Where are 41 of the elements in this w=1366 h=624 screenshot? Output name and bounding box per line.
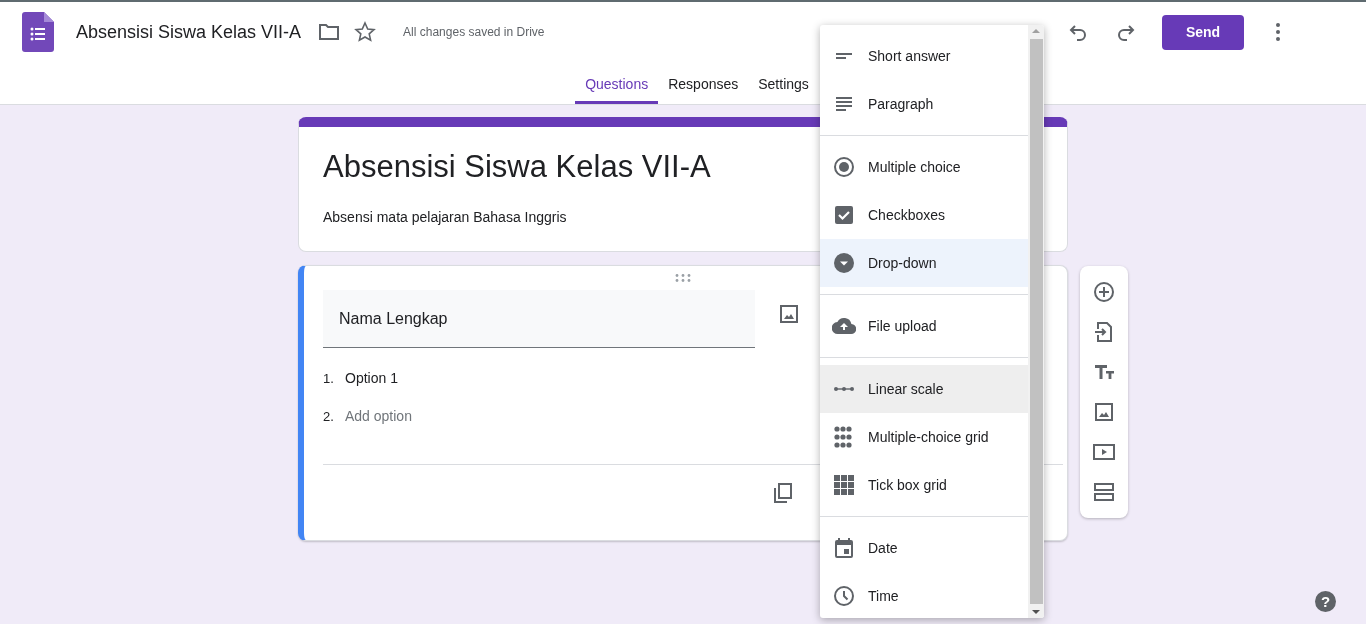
drag-handle-icon[interactable] — [675, 274, 691, 282]
short-type-icon — [836, 53, 852, 59]
menu-item[interactable]: Checkboxes — [820, 191, 1028, 239]
image-icon[interactable] — [1092, 400, 1116, 424]
menu-item[interactable]: Linear scale — [820, 365, 1028, 413]
option-number: 2. — [323, 409, 335, 424]
tab[interactable]: Settings — [748, 76, 819, 104]
section-icon[interactable] — [1092, 480, 1116, 504]
menu-item[interactable]: Short answer — [820, 32, 1028, 80]
save-status: All changes saved in Drive — [403, 25, 545, 40]
tickgrid-type-icon — [832, 473, 856, 497]
help-button[interactable]: ? — [1315, 591, 1336, 612]
document-title[interactable]: Absensisi Siswa Kelas VII-A — [76, 21, 302, 43]
send-button[interactable]: Send — [1162, 14, 1244, 50]
menu-item[interactable]: File upload — [820, 302, 1028, 350]
radio-type-icon — [832, 155, 856, 179]
scroll-down-icon[interactable] — [1032, 610, 1040, 614]
add-circle-icon[interactable] — [1092, 280, 1116, 304]
image-icon[interactable] — [777, 302, 801, 326]
tab[interactable]: Responses — [658, 76, 749, 104]
question-title-field[interactable]: Nama Lengkap — [323, 290, 755, 348]
tab[interactable]: Questions — [575, 76, 659, 104]
menu-item[interactable]: Date — [820, 524, 1028, 572]
menu-item[interactable]: Multiple choice — [820, 143, 1028, 191]
menu-item[interactable]: Tick box grid — [820, 461, 1028, 509]
menu-item[interactable]: Paragraph — [820, 80, 1028, 128]
duplicate-icon[interactable] — [771, 481, 795, 505]
menu-item[interactable]: Multiple-choice grid — [820, 413, 1028, 461]
menu-item[interactable]: Drop-down — [820, 239, 1028, 287]
scale-type-icon — [834, 387, 854, 391]
add-option-link[interactable]: Add option — [345, 408, 412, 424]
dropdown-type-icon — [832, 251, 856, 275]
star-icon[interactable] — [353, 20, 378, 45]
forms-logo-icon[interactable] — [22, 12, 54, 53]
checkbox-type-icon — [832, 203, 856, 227]
option-label[interactable]: Option 1 — [345, 370, 398, 386]
date-type-icon — [832, 536, 856, 560]
scrollbar[interactable] — [1028, 25, 1044, 618]
option-number: 1. — [323, 371, 335, 386]
menu-item[interactable]: Time — [820, 572, 1028, 618]
time-type-icon — [832, 584, 856, 608]
